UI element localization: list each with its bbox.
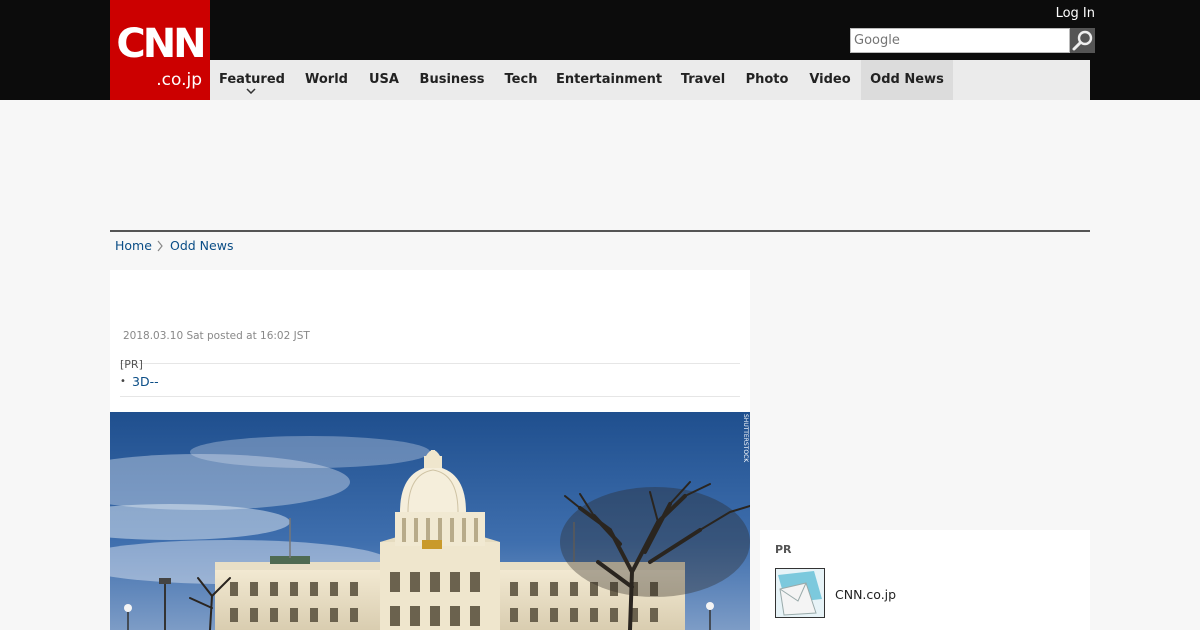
search-button[interactable] <box>1070 28 1095 53</box>
cnn-logo[interactable]: CNN .co.jp <box>110 0 210 100</box>
main-nav: Featured World USA Business Tech Enterta… <box>210 60 1090 100</box>
pr-link[interactable]: 3D-- <box>132 374 159 390</box>
nav-item-photo[interactable]: Photo <box>735 60 799 100</box>
nav-label: Tech <box>504 72 538 87</box>
sidebar-pr-label: PR <box>775 543 792 556</box>
nav-item-tech[interactable]: Tech <box>495 60 547 100</box>
capitol-building-image <box>110 412 750 630</box>
logo-text: CNN <box>116 21 206 67</box>
nav-label: Photo <box>745 72 789 87</box>
image-credit: SHUTTERSTOCK <box>741 414 749 463</box>
section-divider <box>110 230 1090 232</box>
ad-space <box>110 100 1090 230</box>
nav-label: Entertainment <box>555 72 663 87</box>
chevron-down-icon <box>246 88 256 94</box>
article-date: 2018.03.10 Sat posted at 16:02 JST <box>123 330 310 342</box>
article-hero-image: SHUTTERSTOCK <box>110 412 750 630</box>
login-link[interactable]: Log In <box>1040 6 1095 22</box>
nav-item-odd-news[interactable]: Odd News <box>861 60 953 100</box>
breadcrumb-home-link[interactable]: Home <box>115 238 152 254</box>
nav-item-world[interactable]: World <box>294 60 359 100</box>
search-icon <box>1072 30 1093 51</box>
chevron-right-icon <box>157 240 163 252</box>
nav-label: USA <box>369 72 399 87</box>
bullet-icon: • <box>120 376 126 387</box>
pr-divider-top <box>120 363 740 364</box>
search-input[interactable] <box>850 28 1070 53</box>
mail-envelope-icon <box>776 569 824 617</box>
nav-label: Odd News <box>870 72 944 87</box>
sidebar-pr-title[interactable]: CNN.co.jp <box>835 587 896 603</box>
nav-item-travel[interactable]: Travel <box>671 60 735 100</box>
nav-item-entertainment[interactable]: Entertainment <box>547 60 671 100</box>
nav-item-featured[interactable]: Featured <box>210 60 294 100</box>
nav-item-usa[interactable]: USA <box>359 60 409 100</box>
article-card: 2018.03.10 Sat posted at 16:02 JST [PR] … <box>110 270 750 630</box>
sidebar-pr-thumbnail[interactable] <box>775 568 825 618</box>
sidebar-pr-box: PR CNN.co.jp <box>760 530 1090 630</box>
nav-label: Video <box>809 72 851 87</box>
nav-item-business[interactable]: Business <box>409 60 495 100</box>
nav-label: Travel <box>680 72 726 87</box>
pr-divider-bottom <box>120 396 740 397</box>
logo-subtext: .co.jp <box>156 70 202 90</box>
nav-label: Business <box>419 72 485 87</box>
breadcrumb-odd-news-link[interactable]: Odd News <box>170 238 233 254</box>
image-credit-text: SHUTTERSTOCK <box>742 414 749 463</box>
nav-item-video[interactable]: Video <box>799 60 861 100</box>
nav-label: Featured <box>219 72 285 87</box>
pr-label: [PR] <box>120 358 143 371</box>
nav-label: World <box>305 72 348 87</box>
